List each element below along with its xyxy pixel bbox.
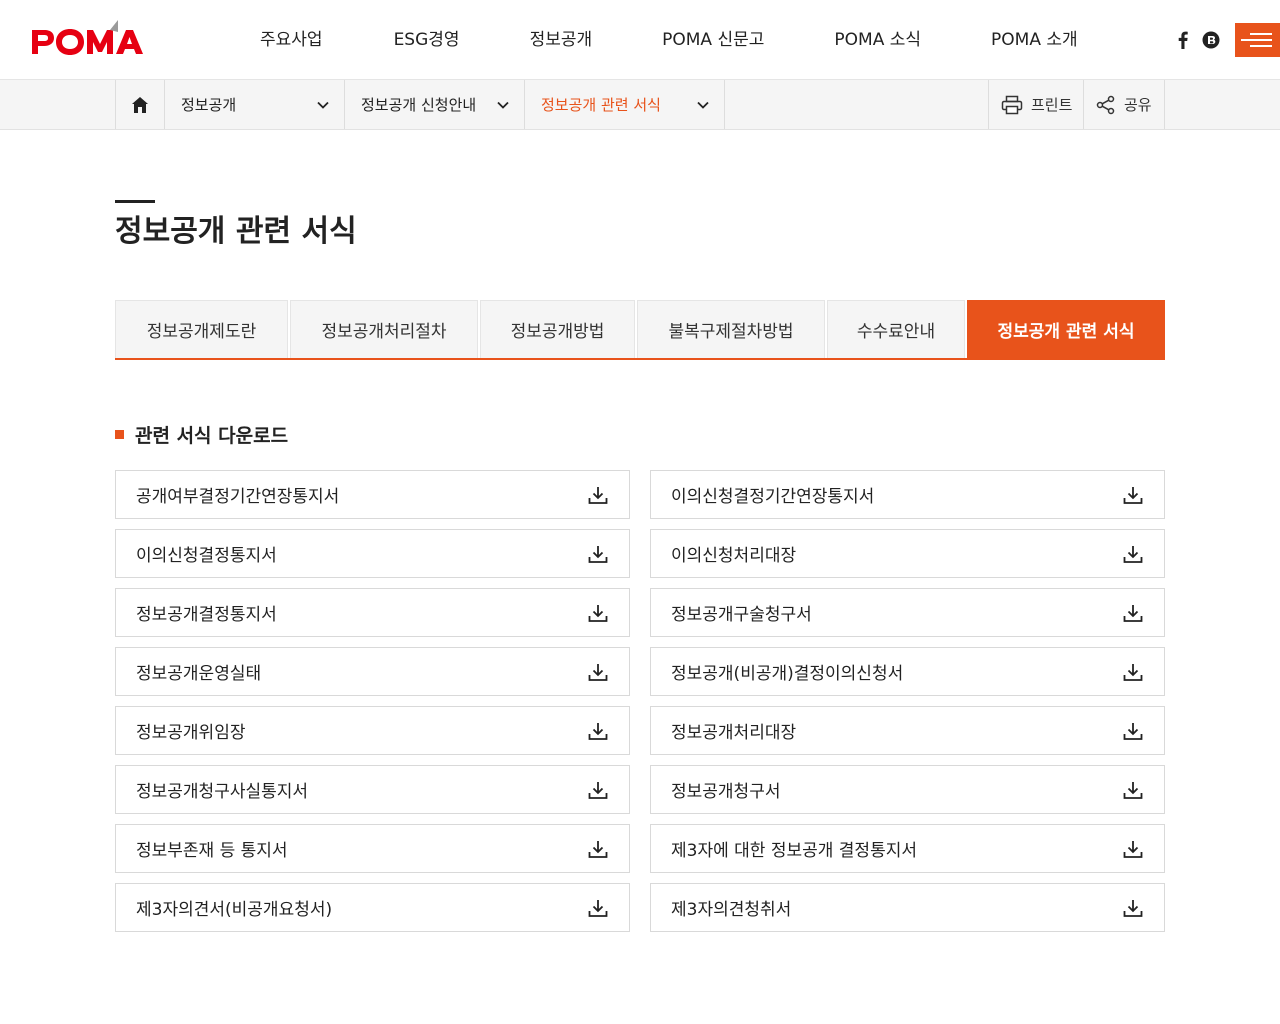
download-icon: [588, 486, 608, 504]
tab-fee[interactable]: 수수료안내: [827, 300, 965, 358]
print-button[interactable]: 프린트: [988, 80, 1083, 129]
download-icon: [588, 899, 608, 917]
download-item[interactable]: 정보공개청구서: [650, 765, 1165, 814]
header-utility: [1174, 0, 1280, 80]
download-item[interactable]: 정보부존재 등 통지서: [115, 824, 630, 873]
poma-logo[interactable]: [30, 18, 152, 58]
home-icon[interactable]: [115, 80, 165, 129]
tab-method[interactable]: 정보공개방법: [480, 300, 635, 358]
chevron-down-icon: [697, 101, 709, 109]
gnb-item-news[interactable]: POMA 소식: [834, 0, 921, 80]
download-icon: [1123, 604, 1143, 622]
download-item-label: 정보공개결정통지서: [136, 605, 277, 625]
download-icon: [588, 781, 608, 799]
section-heading: 관련 서식 다운로드: [115, 420, 288, 448]
facebook-icon[interactable]: [1174, 31, 1192, 49]
download-item[interactable]: 정보공개(비공개)결정이의신청서: [650, 647, 1165, 696]
download-icon: [1123, 781, 1143, 799]
download-icon: [1123, 663, 1143, 681]
download-item[interactable]: 정보공개구술청구서: [650, 588, 1165, 637]
download-item-label: 공개여부결정기간연장통지서: [136, 487, 340, 507]
download-item[interactable]: 제3자의견서(비공개요청서): [115, 883, 630, 932]
share-button[interactable]: 공유: [1083, 80, 1165, 129]
share-icon: [1096, 95, 1115, 114]
download-icon: [1123, 545, 1143, 563]
global-nav: 주요사업 ESG경영 정보공개 POMA 신문고 POMA 소식 POMA 소개: [225, 0, 1078, 80]
chevron-down-icon: [497, 101, 509, 109]
location-dropdown-depth1[interactable]: 정보공개: [165, 80, 345, 129]
download-item-label: 제3자의견청취서: [671, 900, 792, 920]
tab-appeal[interactable]: 불복구제절차방법: [637, 300, 825, 358]
tab-system-intro[interactable]: 정보공개제도란: [115, 300, 288, 358]
chevron-down-icon: [317, 101, 329, 109]
download-icon: [588, 840, 608, 858]
tab-process[interactable]: 정보공개처리절차: [290, 300, 478, 358]
download-item[interactable]: 공개여부결정기간연장통지서: [115, 470, 630, 519]
download-item-label: 이의신청결정통지서: [136, 546, 277, 566]
download-item-label: 정보부존재 등 통지서: [136, 841, 288, 861]
download-item[interactable]: 이의신청결정기간연장통지서: [650, 470, 1165, 519]
download-item[interactable]: 정보공개운영실태: [115, 647, 630, 696]
download-item-label: 정보공개운영실태: [136, 664, 262, 684]
share-label: 공유: [1124, 96, 1152, 114]
download-icon: [1123, 899, 1143, 917]
section-heading-text: 관련 서식 다운로드: [135, 424, 289, 447]
download-icon: [1123, 840, 1143, 858]
gnb-item-esg[interactable]: ESG경영: [394, 0, 460, 80]
gnb-item-petition[interactable]: POMA 신문고: [662, 0, 764, 80]
download-item[interactable]: 정보공개결정통지서: [115, 588, 630, 637]
location-depth3-label: 정보공개 관련 서식: [541, 96, 661, 114]
site-header: 주요사업 ESG경영 정보공개 POMA 신문고 POMA 소식 POMA 소개: [0, 0, 1280, 80]
bullet-square: [115, 429, 124, 439]
download-item-label: 제3자에 대한 정보공개 결정통지서: [671, 841, 917, 861]
download-item-label: 정보공개청구서: [671, 782, 781, 802]
gnb-item-about[interactable]: POMA 소개: [991, 0, 1078, 80]
gnb-item-business[interactable]: 주요사업: [260, 0, 323, 80]
download-icon: [588, 722, 608, 740]
download-item[interactable]: 제3자의견청취서: [650, 883, 1165, 932]
sub-tabs: 정보공개제도란 정보공개처리절차 정보공개방법 불복구제절차방법 수수료안내 정…: [115, 300, 1165, 360]
download-item-label: 정보공개구술청구서: [671, 605, 812, 625]
title-accent-bar: [115, 200, 155, 203]
download-item-label: 정보공개처리대장: [671, 723, 797, 743]
download-item[interactable]: 이의신청처리대장: [650, 529, 1165, 578]
page-title: 정보공개 관련 서식: [115, 214, 357, 249]
download-item-label: 정보공개청구사실통지서: [136, 782, 309, 802]
download-item[interactable]: 이의신청결정통지서: [115, 529, 630, 578]
download-item-label: 이의신청결정기간연장통지서: [671, 487, 875, 507]
location-depth1-label: 정보공개: [181, 96, 237, 114]
gnb-item-disclosure[interactable]: 정보공개: [530, 0, 593, 80]
download-icon: [1123, 486, 1143, 504]
tab-forms[interactable]: 정보공개 관련 서식: [967, 300, 1165, 358]
download-icon: [588, 663, 608, 681]
location-depth2-label: 정보공개 신청안내: [361, 96, 477, 114]
hamburger-menu-icon[interactable]: [1235, 23, 1280, 57]
download-icon: [1123, 722, 1143, 740]
location-dropdown-depth3[interactable]: 정보공개 관련 서식: [525, 80, 725, 129]
blog-icon[interactable]: [1202, 31, 1220, 49]
download-icon: [588, 604, 608, 622]
print-icon: [1001, 95, 1023, 114]
print-label: 프린트: [1031, 96, 1073, 114]
download-item-label: 제3자의견서(비공개요청서): [136, 900, 333, 920]
download-item[interactable]: 정보공개처리대장: [650, 706, 1165, 755]
download-item-label: 정보공개위임장: [136, 723, 246, 743]
location-dropdown-depth2[interactable]: 정보공개 신청안내: [345, 80, 525, 129]
download-item[interactable]: 제3자에 대한 정보공개 결정통지서: [650, 824, 1165, 873]
download-item-label: 정보공개(비공개)결정이의신청서: [671, 664, 904, 684]
download-item[interactable]: 정보공개청구사실통지서: [115, 765, 630, 814]
download-item-label: 이의신청처리대장: [671, 546, 797, 566]
location-bar: 정보공개 정보공개 신청안내 정보공개 관련 서식 프린트 공유: [0, 80, 1280, 130]
download-item[interactable]: 정보공개위임장: [115, 706, 630, 755]
download-icon: [588, 545, 608, 563]
